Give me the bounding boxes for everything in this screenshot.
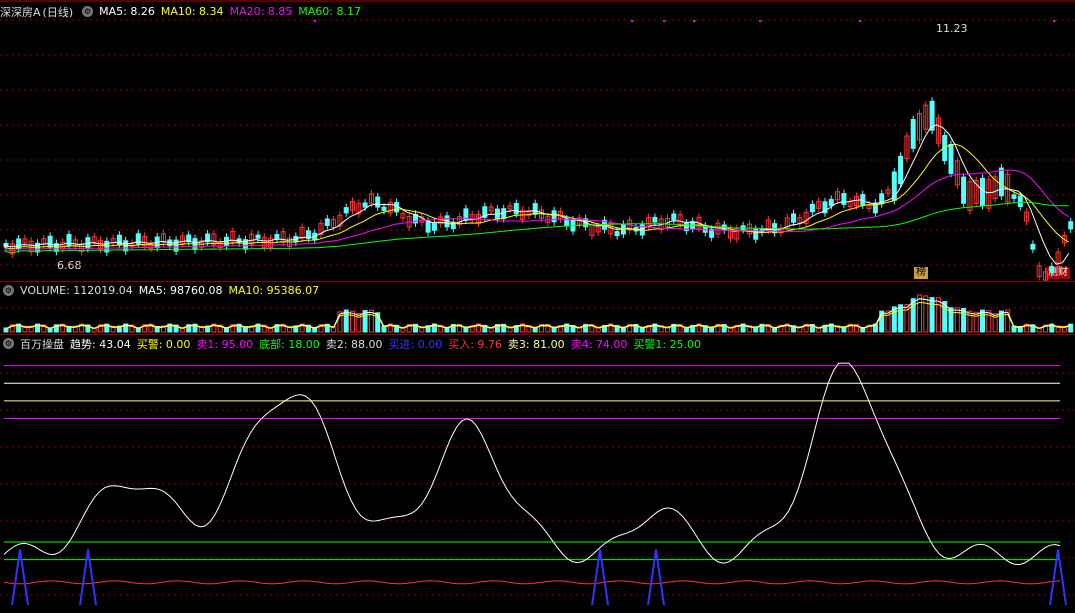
buy-enter-value: 买入: 9.76	[448, 337, 502, 351]
sell2-value: 卖2: 88.00	[325, 337, 383, 351]
candle-body	[324, 218, 330, 226]
volume-ma5-value: MA5: 98760.08	[138, 284, 223, 297]
candle-body	[1030, 243, 1036, 250]
indicator-lines	[0, 362, 1075, 606]
ma5-value: MA5: 8.26	[99, 5, 155, 18]
candle-body	[381, 206, 387, 211]
volume-value: VOLUME: 112019.04	[20, 284, 133, 297]
volume-bar	[980, 309, 985, 333]
alert-buy1-value: 买警1: 25.00	[633, 337, 702, 351]
candle-body	[948, 143, 954, 174]
volume-bar	[929, 297, 935, 333]
period-label: (日线)	[42, 5, 74, 19]
trend-value: 趋势: 43.04	[70, 337, 131, 351]
candle-body	[513, 203, 519, 215]
ma60-value: MA60: 8.17	[298, 5, 361, 18]
alert-buy-value: 买警: 0.00	[136, 337, 191, 351]
volume-ma10-value: MA10: 95386.07	[228, 284, 320, 297]
signal-dot	[1053, 20, 1055, 22]
candle-body	[1068, 221, 1074, 230]
candle-body	[791, 213, 796, 223]
candle-body	[425, 220, 431, 233]
candle-body	[961, 176, 967, 204]
sell1-value: 卖1: 95.00	[196, 337, 254, 351]
volume-settings-icon[interactable]: ⚙	[3, 285, 14, 296]
indicator-name: 百万操盘	[20, 337, 64, 351]
signal-dot	[759, 20, 761, 22]
volume-bar	[343, 309, 349, 333]
candle-body	[898, 155, 904, 185]
price-candles	[0, 0, 1075, 282]
signal-dot	[859, 20, 861, 22]
candle-body	[1017, 195, 1023, 208]
candle-body	[671, 213, 677, 221]
candle-body	[1011, 194, 1017, 199]
candle-body	[343, 207, 349, 214]
indicator-legend: ⚙ 百万操盘 趋势: 43.04 买警: 0.00 卖1: 95.00 底部: …	[0, 335, 707, 352]
signal-dot	[663, 20, 665, 22]
candle-body	[362, 202, 368, 208]
candle-body	[828, 198, 834, 207]
candle-body	[255, 234, 261, 239]
signal-dot	[314, 20, 316, 22]
sell3-value: 卖3: 81.00	[507, 337, 565, 351]
volume-chart-pane[interactable]: ⚙ VOLUME: 112019.04 MA5: 98760.08 MA10: …	[0, 282, 1075, 334]
signal-dot	[631, 20, 633, 22]
buy-in-spike	[79, 549, 97, 606]
volume-bar	[350, 310, 355, 333]
volume-legend: ⚙ VOLUME: 112019.04 MA5: 98760.08 MA10: …	[0, 282, 325, 299]
bottom-value: 底部: 18.00	[259, 337, 320, 351]
volume-bar	[935, 297, 941, 333]
ma20-value: MA20: 8.85	[229, 5, 293, 18]
price-chart-pane[interactable]: 深深房A (日线) ⚙ MA5: 8.26 MA10: 8.34 MA20: 8…	[0, 0, 1075, 282]
buy-in-value: 买进: 0.00	[388, 337, 443, 351]
volume-bar	[923, 295, 929, 333]
candle-body	[431, 222, 437, 231]
indicator-pane[interactable]: ⚙ 百万操盘 趋势: 43.04 买警: 0.00 卖1: 95.00 底部: …	[0, 335, 1075, 613]
signal-dot	[693, 20, 695, 22]
candle-body	[809, 203, 815, 213]
price-legend: 深深房A (日线) ⚙ MA5: 8.26 MA10: 8.34 MA20: 8…	[0, 3, 367, 20]
candle-body	[980, 177, 985, 206]
sell4-value: 卖4: 74.00	[570, 337, 628, 351]
candle-body	[614, 231, 620, 237]
ma10-value: MA10: 8.34	[160, 5, 224, 18]
indicator-settings-icon[interactable]: ⚙	[3, 338, 14, 349]
stock-title: 深深房A	[0, 5, 41, 19]
volume-bar	[973, 311, 979, 333]
trend-line	[3, 362, 1061, 566]
candle-body	[47, 235, 53, 248]
candle-body	[564, 218, 570, 227]
candle-body	[375, 196, 381, 208]
volume-bar	[917, 294, 922, 333]
candle-body	[998, 167, 1004, 197]
volume-bar	[961, 307, 967, 333]
volume-bar	[368, 309, 374, 333]
candle-body	[841, 193, 847, 205]
candle-body	[652, 216, 658, 223]
volume-bar	[898, 304, 904, 333]
volume-bar	[954, 307, 960, 333]
buy-enter-line	[3, 580, 1061, 585]
candle-body	[532, 203, 538, 215]
candle-body	[274, 233, 280, 240]
settings-icon[interactable]: ⚙	[82, 6, 94, 17]
candle-body	[910, 119, 916, 149]
candle-body	[1049, 266, 1055, 274]
